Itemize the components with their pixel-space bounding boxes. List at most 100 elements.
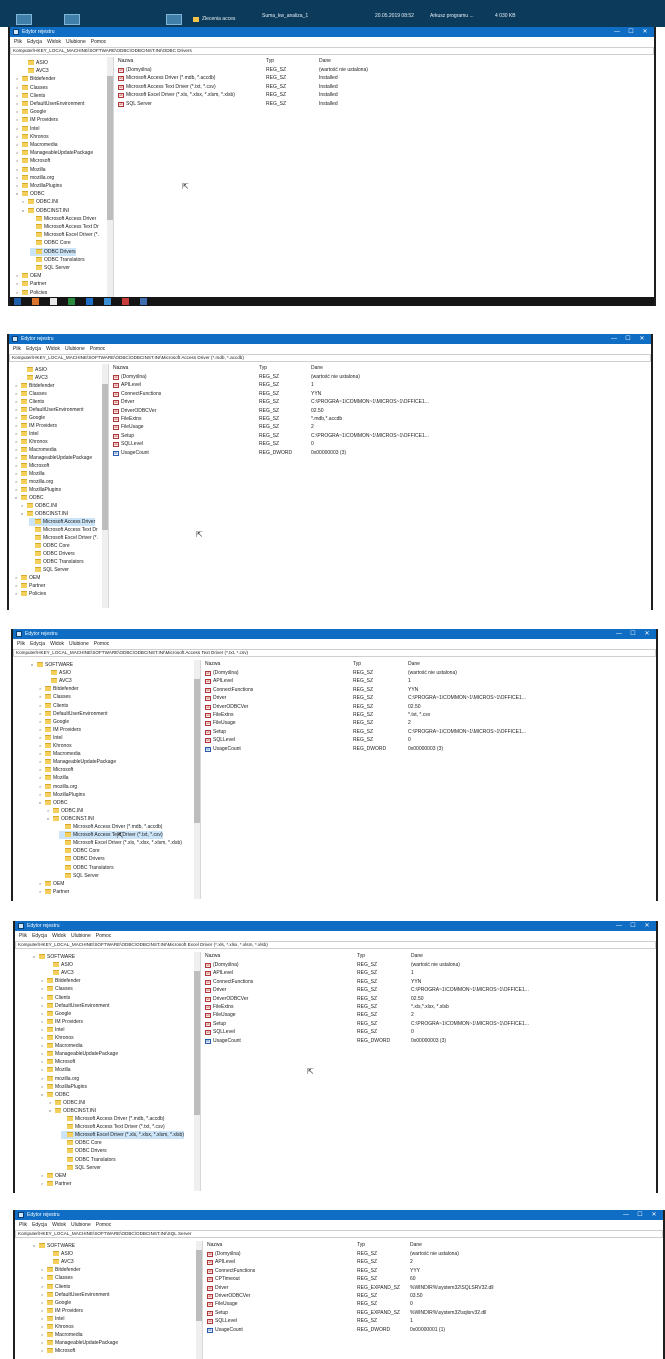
chevron-right-icon[interactable]: > [41,1307,46,1315]
tree-node[interactable]: > Classes [39,693,71,701]
value-row[interactable]: ab SQLLevel REG_SZ 1 [205,1317,663,1325]
tree-node[interactable]: > IM Providers [41,1307,83,1315]
value-row[interactable]: ab (Domyślna) REG_SZ (wartość nie ustalona) [205,1250,663,1258]
maximize-button[interactable]: ☐ [621,335,635,343]
tree-node[interactable]: > DefaultUserEnvironment [41,1002,109,1010]
tree-node[interactable]: v ODBC [16,190,44,198]
tree-node[interactable]: Microsoft Excel Driver (*.xls, *.xlsx, *… [59,839,182,847]
chevron-right-icon[interactable]: > [39,685,44,693]
value-row[interactable]: ab Setup REG_SZ C:\PROGRA~1\COMMON~1\MICROS… [111,432,651,440]
tree-node[interactable]: > Bitdefender [39,685,79,693]
tree-node[interactable]: > Khronos [41,1323,74,1331]
title-bar[interactable]: Edytor rejestru — ☐ ✕ [15,1210,663,1220]
address-bar[interactable]: Komputer\HKEY_LOCAL_MACHINE\SOFTWARE\ODB… [15,941,656,949]
menu-pomoc[interactable]: Pomoc [96,932,112,940]
maximize-button[interactable]: ☐ [626,630,640,638]
chevron-right-icon[interactable]: > [41,1331,46,1339]
chevron-right-icon[interactable]: > [15,486,20,494]
tree-node[interactable]: > Partner [39,888,69,896]
tree-node[interactable]: SQL Server [29,566,69,574]
column-header-data[interactable]: Dane [319,57,331,65]
maximize-button[interactable]: ☐ [626,922,640,930]
chevron-right-icon[interactable]: > [16,289,21,297]
menu-widok[interactable]: Widok [46,345,60,353]
tree-node[interactable]: > Bitdefender [16,75,56,83]
chevron-right-icon[interactable]: > [22,198,27,206]
chevron-right-icon[interactable]: > [41,1034,46,1042]
chevron-right-icon[interactable]: > [15,398,20,406]
tree-node[interactable]: > Intel [41,1315,64,1323]
chevron-right-icon[interactable]: > [41,1172,46,1180]
scrollbar-thumb[interactable] [107,76,113,221]
tree-node[interactable]: > Classes [41,985,73,993]
taskbar-app-icon[interactable] [122,298,129,305]
tree-node[interactable]: > ManageableUpdatePackage [16,149,93,157]
tree-node[interactable]: > Khronos [41,1034,74,1042]
menu-ulubione[interactable]: Ulubione [66,38,86,46]
tree-node[interactable]: > mozilla.org [39,783,77,791]
tree-node[interactable]: > Macromedia [39,750,81,758]
column-header-type[interactable]: Typ [357,952,365,960]
value-row[interactable]: ab Microsoft Excel Driver (*.xls, *.xlsx,… [116,91,654,99]
tree-node[interactable]: > Classes [15,390,47,398]
tree-node[interactable]: > mozilla.org [16,174,54,182]
tree-node[interactable]: ODBC Core [61,1139,102,1147]
minimize-button[interactable]: — [612,630,626,638]
value-row[interactable]: ab (Domyślna) REG_SZ (wartość nie ustalona) [203,961,656,969]
tree-node[interactable]: > Partner [16,280,46,288]
tree-node[interactable]: > Clients [39,702,68,710]
chevron-down-icon[interactable]: v [49,1107,54,1115]
column-header-data[interactable]: Dane [410,1241,422,1249]
column-header-name[interactable]: Nazwa [207,1241,222,1249]
chevron-right-icon[interactable]: > [41,1266,46,1274]
menu-pomoc[interactable]: Pomoc [91,38,107,46]
chevron-right-icon[interactable]: > [41,1083,46,1091]
tree-node[interactable]: AVC3 [22,67,49,75]
tree-node[interactable]: > Clients [41,1283,70,1291]
taskbar-app-icon[interactable] [50,298,57,305]
chevron-down-icon[interactable]: v [39,799,44,807]
tree-node[interactable]: ODBC Drivers [59,855,105,863]
chevron-right-icon[interactable]: > [16,100,21,108]
desktop-shortcut-icon[interactable] [64,14,80,25]
value-row[interactable]: ab SQLLevel REG_SZ 0 [111,440,651,448]
chevron-right-icon[interactable]: > [15,430,20,438]
value-row[interactable]: ab ConnectFunctions REG_SZ YYN [203,978,656,986]
tree-node[interactable]: > Khronos [39,742,72,750]
value-row[interactable]: 01 UsageCount REG_DWORD 0x00000003 (3) [203,1037,656,1045]
chevron-right-icon[interactable]: > [39,880,44,888]
tree-node[interactable]: > Google [41,1010,71,1018]
tree-node[interactable]: Microsoft Access Driver [29,518,96,526]
chevron-right-icon[interactable]: > [15,422,20,430]
tree-node[interactable]: ODBC Translators [30,256,85,264]
chevron-right-icon[interactable]: > [47,807,52,815]
chevron-right-icon[interactable]: > [41,1018,46,1026]
chevron-right-icon[interactable]: > [39,783,44,791]
desktop-file-label[interactable]: Zlecenia acces [202,16,235,22]
value-row[interactable]: ab (Domyślna) REG_SZ (wartość nie ustalona) [116,66,654,74]
chevron-right-icon[interactable]: > [16,108,21,116]
chevron-right-icon[interactable]: > [21,502,26,510]
value-row[interactable]: ab SQL Server REG_SZ Installed [116,100,654,108]
tree-node[interactable]: Microsoft Excel Driver (*. [30,231,99,239]
menu-plik[interactable]: Plik [13,345,21,353]
column-header-data[interactable]: Dane [311,364,323,372]
tree-scrollbar[interactable] [194,660,200,899]
tree-node[interactable]: > OEM [41,1172,66,1180]
tree-node[interactable]: > Classes [16,84,48,92]
tree-node[interactable]: Microsoft Access Text Dr [29,526,98,534]
tree-node[interactable]: v ODBCINST.INI [22,207,69,215]
chevron-right-icon[interactable]: > [16,280,21,288]
tree-node[interactable]: ODBC Translators [61,1156,116,1164]
column-header-type[interactable]: Typ [357,1241,365,1249]
chevron-right-icon[interactable]: > [16,125,21,133]
chevron-right-icon[interactable]: > [39,734,44,742]
value-row[interactable]: ab ConnectFunctions REG_SZ YYN [203,686,656,694]
tree-node[interactable]: ODBC Core [30,239,71,247]
tree-node[interactable]: v SOFTWARE [33,953,75,961]
value-row[interactable]: ab DriverODBCVer REG_SZ 03.50 [205,1292,663,1300]
chevron-right-icon[interactable]: > [41,1291,46,1299]
tree-node[interactable]: ASIO [47,1250,73,1258]
start-icon[interactable] [14,298,21,305]
tree-node[interactable]: > Mozilla [16,166,46,174]
